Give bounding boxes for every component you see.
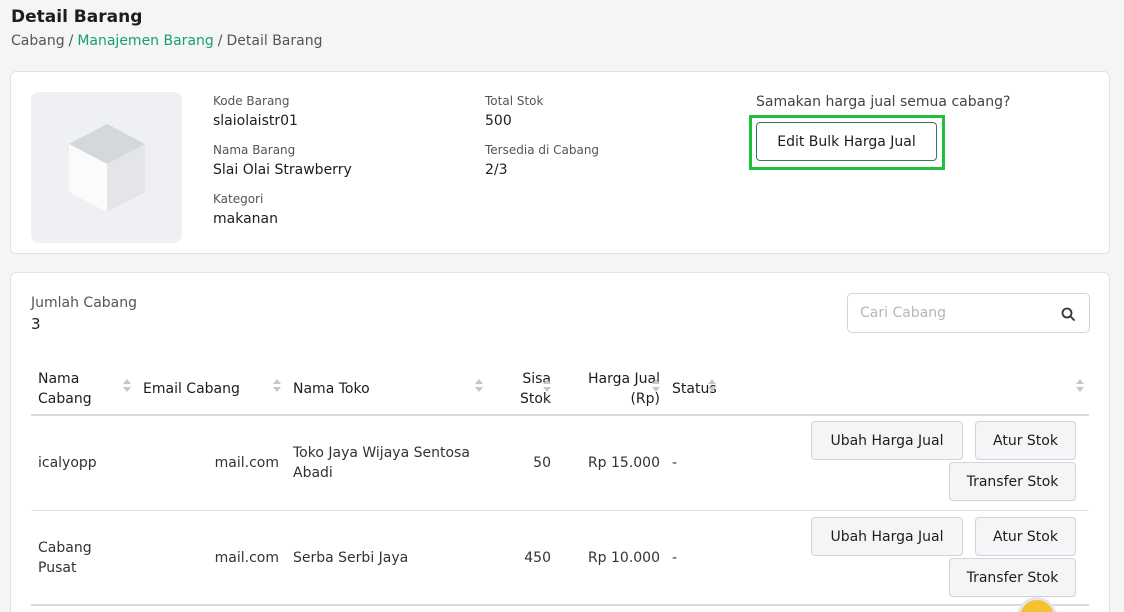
total-stok-value: 500 bbox=[485, 113, 512, 129]
cell-harga-jual: Rp 15.000 bbox=[587, 455, 660, 471]
product-info-card: Kode Barang slaiolaistr01 Nama Barang Sl… bbox=[10, 71, 1110, 254]
search-box bbox=[847, 293, 1090, 333]
total-stok-field: Total Stok 500 bbox=[485, 94, 543, 129]
table-bottom-divider bbox=[31, 604, 1089, 606]
cell-nama-toko: Toko Jaya Wijaya Sentosa Abadi bbox=[293, 443, 470, 483]
cell-nama-line1: Cabang bbox=[38, 540, 92, 556]
tersedia-value: 2/3 bbox=[485, 162, 508, 178]
nama-barang-value: Slai Olai Strawberry bbox=[213, 162, 352, 178]
ubah-harga-jual-button[interactable]: Ubah Harga Jual bbox=[811, 421, 963, 460]
breadcrumb-manajemen-barang[interactable]: Manajemen Barang bbox=[77, 33, 213, 49]
bulk-question: Samakan harga jual semua cabang? bbox=[756, 94, 1011, 110]
breadcrumb: Cabang / Manajemen Barang / Detail Barang bbox=[11, 33, 322, 49]
box-placeholder-icon bbox=[69, 124, 145, 212]
cell-toko-line1: Toko Jaya Wijaya Sentosa bbox=[293, 445, 470, 461]
sort-sisa-icon[interactable] bbox=[543, 379, 551, 395]
cell-email: mail.com bbox=[214, 455, 279, 471]
tersedia-label: Tersedia di Cabang bbox=[485, 143, 600, 157]
breadcrumb-separator: / bbox=[217, 33, 223, 49]
column-header-harga-line1: Harga Jual bbox=[587, 371, 660, 387]
column-header-nama-line2: Cabang bbox=[38, 391, 92, 407]
cell-nama-line1: icalyopp bbox=[38, 455, 97, 471]
atur-stok-button[interactable]: Atur Stok bbox=[975, 517, 1076, 556]
cell-sisa-stok: 450 bbox=[524, 550, 551, 566]
kategori-label: Kategori bbox=[213, 192, 264, 206]
column-header-harga-line2: (Rp) bbox=[630, 391, 660, 407]
table-row: Cabang Pusat mail.com Serba Serbi Jaya 4… bbox=[11, 511, 1109, 606]
cell-toko-line1: Serba Serbi Jaya bbox=[293, 550, 409, 566]
cell-nama-cabang: icalyopp bbox=[38, 453, 97, 473]
sort-status-icon[interactable] bbox=[708, 379, 716, 395]
sort-actions-icon[interactable] bbox=[1076, 379, 1084, 395]
sort-toko-icon[interactable] bbox=[475, 379, 483, 395]
cell-harga-jual: Rp 10.000 bbox=[587, 550, 660, 566]
cell-nama-toko: Serba Serbi Jaya bbox=[293, 548, 408, 568]
column-header-harga-jual[interactable]: Harga Jual (Rp) bbox=[569, 369, 660, 409]
branch-table-card: Jumlah Cabang 3 Nama Cabang Email Cabang… bbox=[10, 272, 1110, 612]
cell-toko-line2: Abadi bbox=[293, 465, 333, 481]
cell-status: - bbox=[672, 455, 678, 471]
page-title: Detail Barang bbox=[11, 7, 143, 27]
total-stok-label: Total Stok bbox=[485, 94, 544, 108]
column-header-nama-cabang[interactable]: Nama Cabang bbox=[38, 369, 92, 409]
kode-barang-value: slaiolaistr01 bbox=[213, 113, 298, 129]
transfer-stok-button[interactable]: Transfer Stok bbox=[949, 558, 1076, 597]
edit-bulk-harga-button[interactable]: Edit Bulk Harga Jual bbox=[756, 122, 937, 161]
cell-email: mail.com bbox=[214, 550, 279, 566]
cell-status: - bbox=[672, 550, 678, 566]
kode-barang-field: Kode Barang slaiolaistr01 bbox=[213, 94, 298, 129]
kategori-field: Kategori makanan bbox=[213, 192, 278, 227]
column-header-nama-line1: Nama bbox=[38, 371, 80, 387]
search-input[interactable] bbox=[848, 305, 1048, 321]
product-image bbox=[31, 92, 182, 243]
breadcrumb-current: Detail Barang bbox=[226, 33, 323, 49]
transfer-stok-button[interactable]: Transfer Stok bbox=[949, 462, 1076, 501]
ubah-harga-jual-button[interactable]: Ubah Harga Jual bbox=[811, 517, 963, 556]
search-icon[interactable] bbox=[1061, 306, 1075, 325]
sort-nama-icon[interactable] bbox=[123, 379, 131, 395]
column-header-nama-toko[interactable]: Nama Toko bbox=[293, 379, 370, 399]
cell-sisa-stok: 50 bbox=[533, 455, 551, 471]
nama-barang-label: Nama Barang bbox=[213, 143, 296, 157]
cell-nama-line2: Pusat bbox=[38, 560, 77, 576]
jumlah-cabang-label: Jumlah Cabang bbox=[31, 295, 138, 311]
column-header-email[interactable]: Email Cabang bbox=[143, 379, 240, 399]
cell-nama-cabang: Cabang Pusat bbox=[38, 538, 92, 578]
kategori-value: makanan bbox=[213, 211, 278, 227]
table-row: icalyopp mail.com Toko Jaya Wijaya Sento… bbox=[11, 416, 1109, 511]
nama-barang-field: Nama Barang Slai Olai Strawberry bbox=[213, 143, 352, 178]
sort-email-icon[interactable] bbox=[273, 379, 281, 395]
breadcrumb-separator: / bbox=[68, 33, 74, 49]
jumlah-cabang-value: 3 bbox=[31, 315, 41, 333]
breadcrumb-cabang[interactable]: Cabang bbox=[11, 33, 65, 49]
sort-harga-icon[interactable] bbox=[652, 379, 660, 395]
kode-barang-label: Kode Barang bbox=[213, 94, 290, 108]
atur-stok-button[interactable]: Atur Stok bbox=[975, 421, 1076, 460]
tersedia-field: Tersedia di Cabang 2/3 bbox=[485, 143, 599, 178]
